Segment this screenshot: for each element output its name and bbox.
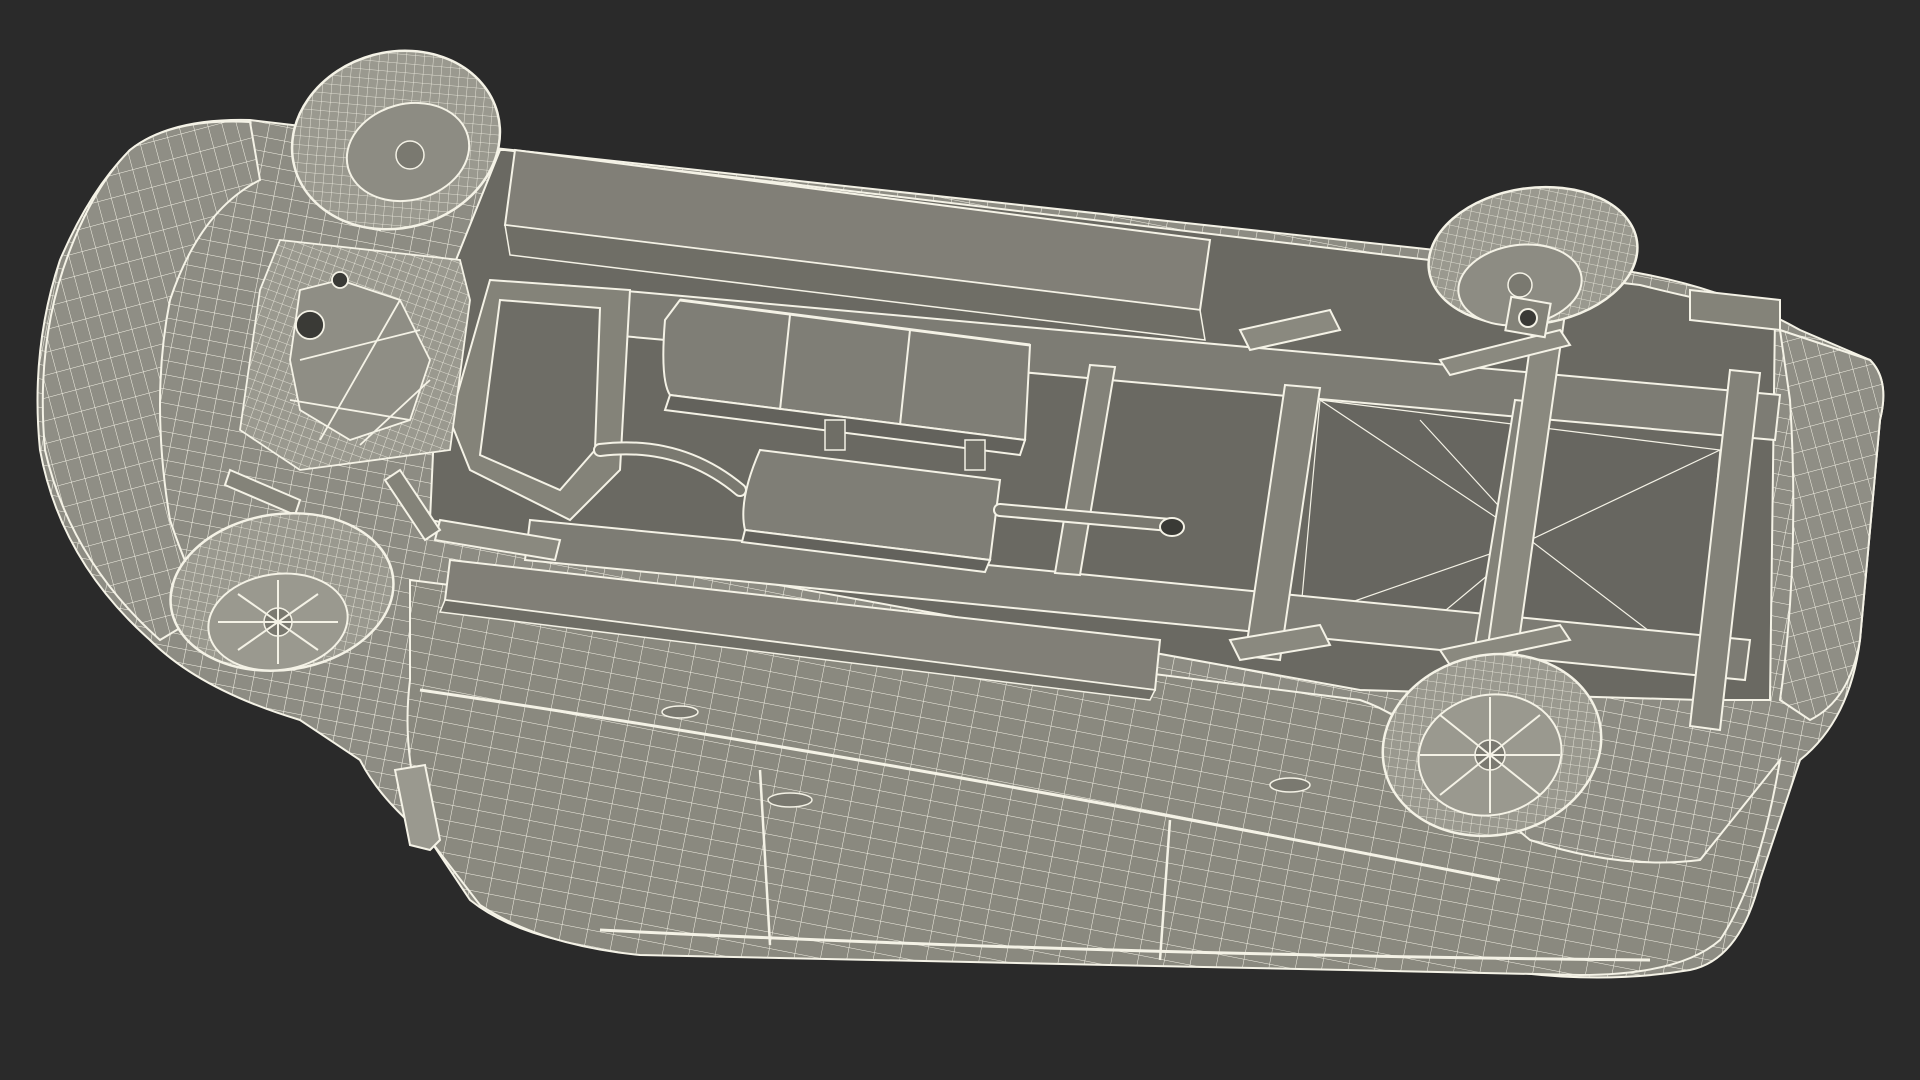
exhaust-tip: [1159, 517, 1185, 537]
rear-bumper: [1778, 328, 1885, 722]
tank-strap: [824, 419, 846, 451]
door-handle: [1269, 777, 1311, 793]
rear-differential: [1504, 295, 1552, 339]
door-handle: [661, 705, 699, 719]
tank-strap: [964, 439, 986, 471]
render-stage: [0, 0, 1920, 1080]
van-wireframe-render: [36, 49, 1885, 979]
door-handle: [767, 792, 813, 808]
engine: [239, 239, 471, 471]
